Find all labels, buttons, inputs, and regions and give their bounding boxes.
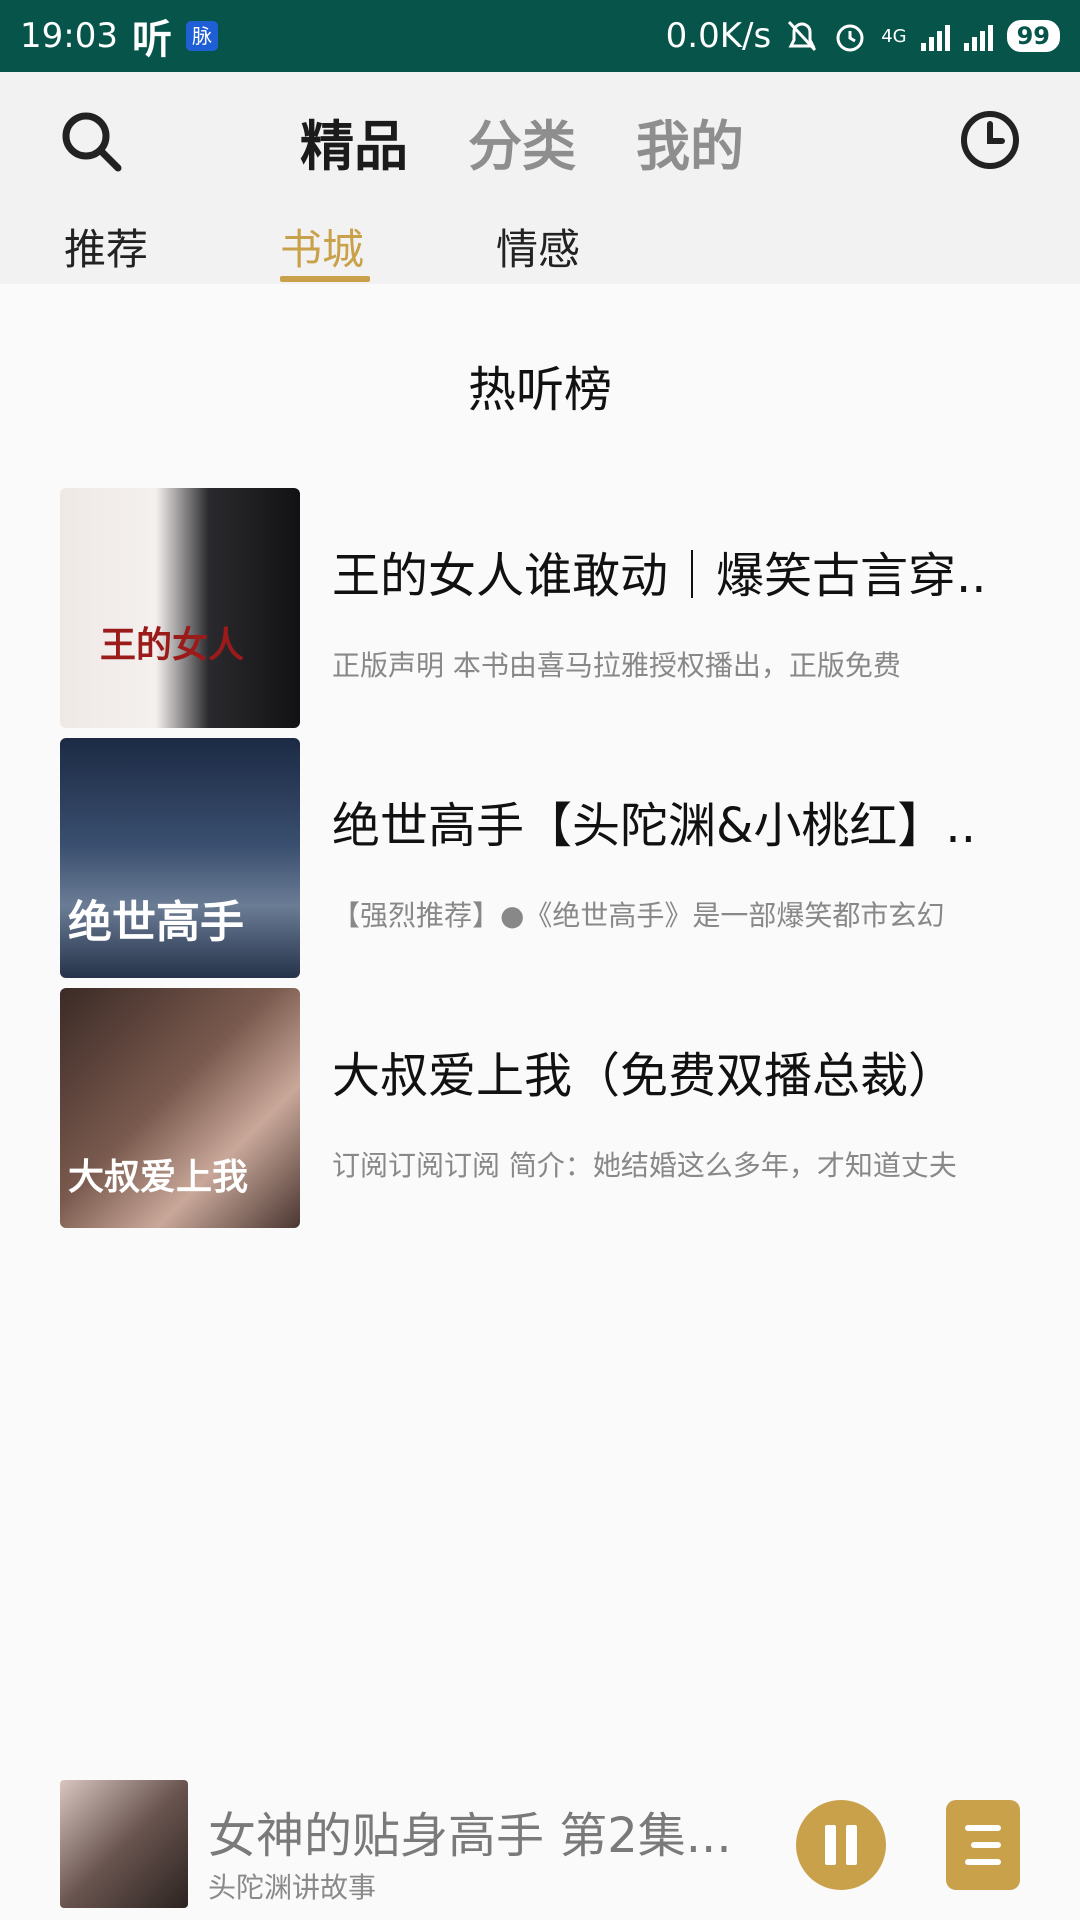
playlist-icon: [965, 1825, 1001, 1865]
player-cover: [60, 1780, 188, 1908]
tab-categories[interactable]: 分类: [468, 102, 576, 181]
sub-tab-bookstore[interactable]: 书城: [280, 216, 496, 284]
player-subtitle: 头陀渊讲故事: [208, 1871, 377, 1904]
signal-icon: [963, 21, 993, 51]
network-type-icon: 4G: [881, 25, 907, 47]
book-desc: 【强烈推荐】●《绝世高手》是一部爆笑都市玄幻: [332, 899, 945, 932]
signal-icon: [920, 21, 950, 51]
pause-button[interactable]: [796, 1800, 886, 1890]
bell-muted-icon: [788, 20, 817, 52]
tab-featured[interactable]: 精品: [300, 102, 408, 181]
cover-title: 绝世高手: [68, 897, 244, 948]
book-item[interactable]: 绝世高手 绝世高手【头陀渊&小桃红】.. 【强烈推荐】●《绝世高手》是一部爆笑都…: [60, 738, 1020, 978]
player-title: 女神的贴身高手 第2集...: [208, 1808, 732, 1864]
main-tabs: 精品 分类 我的: [300, 102, 744, 181]
status-time: 19:03: [20, 16, 118, 56]
book-title: 大叔爱上我（免费双播总裁）: [332, 1048, 957, 1104]
book-cover: 绝世高手: [60, 738, 300, 978]
search-icon[interactable]: [58, 108, 124, 174]
book-item[interactable]: 大叔爱上我 大叔爱上我（免费双播总裁） 订阅订阅订阅 简介：她结婚这么多年，才知…: [60, 988, 1020, 1228]
book-title: 王的女人谁敢动｜爆笑古言穿..: [332, 548, 987, 604]
status-bar: 19:03 听 脉 0.0K/s 4G 99: [0, 0, 1080, 72]
mini-player[interactable]: 女神的贴身高手 第2集... 头陀渊讲故事: [0, 1760, 1080, 1920]
app-notification-icon: 听: [131, 17, 172, 63]
notification-badge-icon: 脉: [185, 21, 218, 51]
sub-tab-recommend[interactable]: 推荐: [64, 216, 280, 284]
app-header: 精品 分类 我的 推荐 书城 情感: [0, 72, 1080, 284]
cover-title: 王的女人: [100, 624, 245, 666]
book-desc: 订阅订阅订阅 简介：她结婚这么多年，才知道丈夫: [332, 1149, 957, 1182]
net-speed: 0.0K/s: [665, 16, 772, 56]
book-desc: 正版声明 本书由喜马拉雅授权播出，正版免费: [332, 649, 901, 682]
pause-icon: [825, 1825, 836, 1865]
pause-icon: [846, 1825, 857, 1865]
sub-tabs: 推荐 书城 情感: [64, 216, 696, 284]
section-title: 热听榜: [467, 362, 612, 418]
alarm-icon: [836, 24, 864, 52]
tab-mine[interactable]: 我的: [636, 102, 744, 181]
book-item[interactable]: 王的女人 王的女人谁敢动｜爆笑古言穿.. 正版声明 本书由喜马拉雅授权播出，正版…: [60, 488, 1020, 728]
cover-title: 大叔爱上我: [68, 1156, 249, 1198]
playlist-button[interactable]: [946, 1800, 1020, 1890]
book-cover: 大叔爱上我: [60, 988, 300, 1228]
history-clock-icon[interactable]: [958, 108, 1022, 172]
book-title: 绝世高手【头陀渊&小桃红】..: [332, 798, 976, 854]
book-cover: 王的女人: [60, 488, 300, 728]
sub-tab-emotion[interactable]: 情感: [496, 216, 696, 284]
battery-icon: 99: [1006, 20, 1060, 52]
